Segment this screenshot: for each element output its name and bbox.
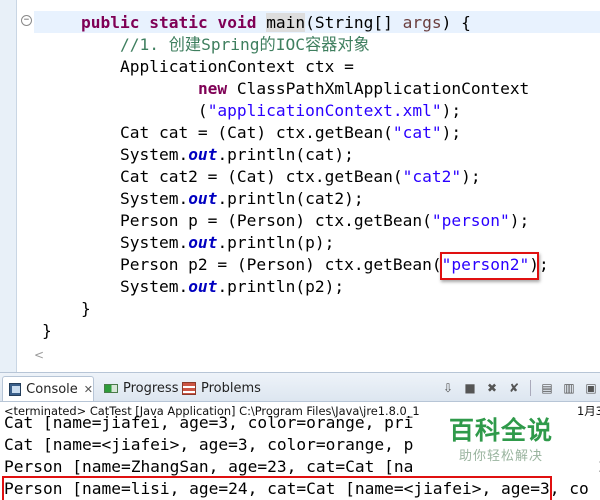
view-menu-icon[interactable]: ⇩	[439, 379, 457, 397]
code-token: System.	[42, 233, 189, 252]
code-token: "person"	[431, 211, 510, 230]
code-token: }	[42, 299, 91, 318]
code-line: Cat cat = (Cat) ctx.getBean("cat");	[42, 122, 461, 144]
code-token: (	[42, 101, 208, 120]
code-token: main	[266, 13, 306, 32]
code-token: new	[197, 79, 228, 98]
toolbar-separator	[530, 380, 531, 396]
code-token: Person p2 = (Person) ctx.getBean(	[42, 255, 442, 274]
tab-progress-label: Progress	[123, 381, 179, 396]
code-token: ApplicationContext ctx =	[42, 57, 354, 76]
code-token: );	[461, 167, 481, 186]
code-token: );	[441, 123, 462, 142]
terminate-icon[interactable]: ■	[461, 379, 479, 397]
code-line: Cat cat2 = (Cat) ctx.getBean("cat2");	[42, 166, 481, 188]
watermark-subtitle: 助你轻松解决	[458, 449, 543, 464]
highlight-box-output-person2	[2, 476, 552, 500]
code-token: out	[188, 189, 218, 208]
tab-console[interactable]: Console ✕	[2, 376, 94, 401]
code-line: }	[42, 298, 91, 320]
code-token: .println(cat2);	[217, 189, 364, 208]
console-output-line: Cat [name=<jiafei>, age=3, color=orange,…	[4, 435, 414, 454]
display-console-icon[interactable]: ▣	[582, 379, 600, 397]
code-token: System.	[42, 189, 189, 208]
tab-progress[interactable]: Progress	[104, 376, 178, 401]
code-line: System.out.println(p);	[42, 232, 334, 254]
pin-console-icon[interactable]: ▥	[560, 379, 578, 397]
remove-all-icon[interactable]: ✘	[505, 379, 523, 397]
code-token: System.	[42, 145, 189, 164]
code-token: );	[441, 101, 462, 120]
code-line: public static void main(String[] args) {	[42, 12, 471, 34]
highlight-box-person2	[440, 252, 539, 280]
console-icon	[9, 382, 22, 396]
code-line: System.out.println(p2);	[42, 276, 344, 298]
code-token: "cat"	[392, 123, 442, 142]
view-tab-bar: Console ✕ Progress Problems ⇩ ■ ✖ ✘ ▤ ▥ …	[0, 372, 600, 402]
code-token: .println(cat);	[217, 145, 354, 164]
code-line: ("applicationContext.xml");	[42, 100, 461, 122]
code-token: Cat cat = (Cat) ctx.getBean(	[42, 123, 393, 142]
code-line: //1. 创建Spring的IOC容器对象	[42, 34, 370, 56]
watermark-title: 百科全说	[448, 416, 553, 445]
code-token: ClassPathXmlApplicationContext	[227, 79, 530, 98]
code-token: out	[188, 233, 218, 252]
tab-problems-label: Problems	[201, 381, 261, 396]
problems-icon	[182, 382, 196, 395]
code-line: System.out.println(cat2);	[42, 188, 364, 210]
code-line: }	[42, 320, 52, 342]
code-token: .println(p);	[217, 233, 335, 252]
tab-console-label: Console	[26, 381, 78, 397]
code-token: Person p = (Person) ctx.getBean(	[42, 211, 432, 230]
code-token: void	[217, 13, 257, 32]
code-token: //1. 创建Spring的IOC容器对象	[119, 35, 370, 54]
code-token: );	[509, 211, 530, 230]
console-output-line: Cat [name=jiafei, age=3, color=orange, p…	[4, 413, 414, 432]
code-token: ) {	[441, 13, 471, 32]
code-line: ApplicationContext ctx =	[42, 56, 354, 78]
code-token: out	[188, 277, 218, 296]
code-token: static	[149, 13, 208, 32]
collapse-fold-icon[interactable]: −	[21, 15, 32, 26]
code-token: public	[80, 13, 140, 32]
code-token: args	[402, 13, 442, 32]
code-line: new ClassPathXmlApplicationContext	[42, 78, 529, 100]
scroll-left-icon[interactable]: <	[34, 348, 44, 362]
code-token: .println(p2);	[217, 277, 345, 296]
code-token: Cat cat2 = (Cat) ctx.getBean(	[42, 167, 403, 186]
code-line: Person p = (Person) ctx.getBean("person"…	[42, 210, 529, 232]
watermark-logo: 百科全说 助你轻松解决	[436, 414, 566, 476]
code-token: System.	[42, 277, 189, 296]
code-token: (String[]	[305, 13, 403, 32]
close-icon[interactable]: ✕	[84, 377, 93, 402]
code-token: "cat2"	[402, 167, 462, 186]
progress-icon	[104, 384, 118, 393]
console-toolbar: ⇩ ■ ✖ ✘ ▤ ▥ ▣	[439, 379, 600, 397]
launch-status-time: 1月3	[577, 404, 600, 418]
code-token: out	[188, 145, 218, 164]
remove-launch-icon[interactable]: ✖	[483, 379, 501, 397]
editor-left-ruler	[0, 0, 17, 372]
tab-problems[interactable]: Problems	[182, 376, 261, 401]
code-token: "applicationContext.xml"	[207, 101, 442, 120]
code-token: }	[42, 321, 52, 340]
code-line: System.out.println(cat);	[42, 144, 354, 166]
scroll-lock-icon[interactable]: ▤	[538, 379, 556, 397]
java-code-editor[interactable]: − public static void main(String[] args)…	[0, 0, 600, 372]
horizontal-scrollbar[interactable]: <	[34, 348, 600, 368]
